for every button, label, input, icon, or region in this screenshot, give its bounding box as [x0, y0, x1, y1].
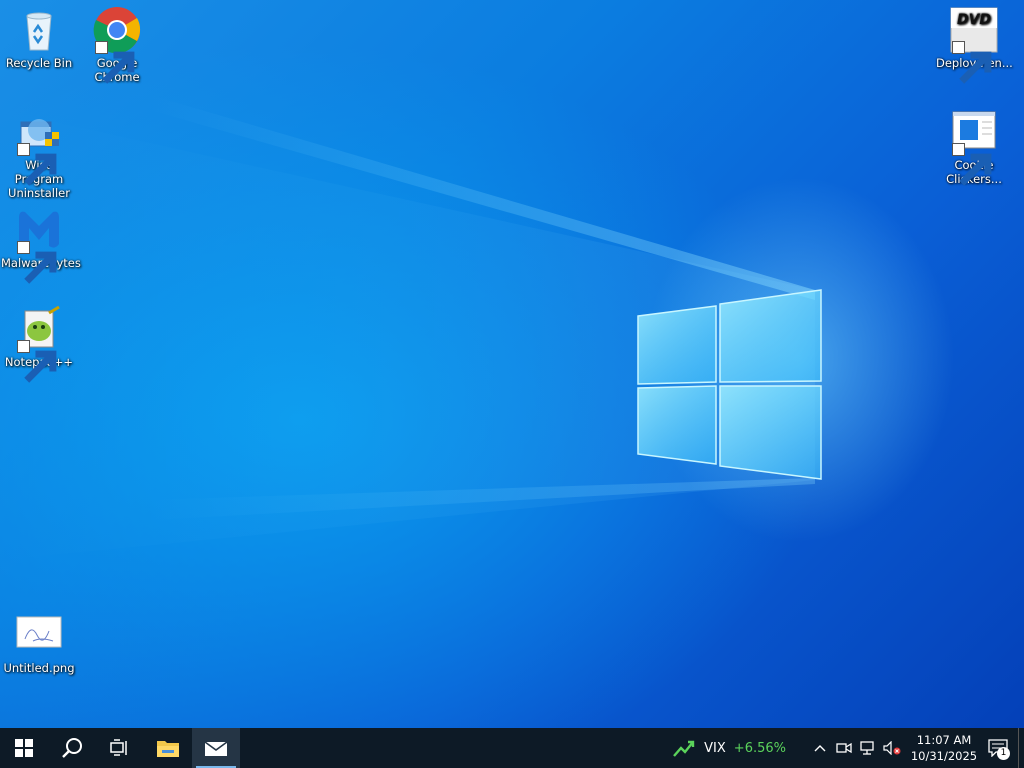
- dvd-drive-icon: DVD: [950, 6, 998, 84]
- start-button[interactable]: [0, 728, 48, 768]
- show-hidden-icons-button[interactable]: [808, 728, 832, 768]
- show-desktop-button[interactable]: [1018, 728, 1024, 768]
- task-view-icon: [110, 739, 127, 756]
- shortcut-arrow-icon: [952, 41, 992, 84]
- desktop-icon-recycle-bin[interactable]: Recycle Bin: [1, 6, 77, 70]
- clock-time: 11:07 AM: [916, 733, 972, 747]
- taskbar-clock[interactable]: 11:07 AM 10/31/2025: [908, 732, 980, 764]
- volume-muted-icon: [883, 741, 901, 755]
- shortcut-arrow-icon: [17, 241, 57, 284]
- desktop-icon-untitled-png[interactable]: Untitled.png: [1, 611, 77, 675]
- volume-button[interactable]: [880, 728, 904, 768]
- file-explorer-icon: [157, 741, 179, 757]
- chrome-icon: [93, 6, 141, 84]
- notepad-plus-plus-icon: [15, 305, 63, 383]
- wise-uninstaller-icon: [15, 108, 63, 186]
- recycle-bin-icon: [15, 6, 63, 54]
- stock-widget[interactable]: VIX +6.56%: [672, 738, 786, 758]
- search-icon: [62, 738, 82, 758]
- meet-now-button[interactable]: [832, 728, 856, 768]
- image-file-icon: [15, 611, 63, 659]
- desktop-icon-deployment[interactable]: DVD Deploymen...: [936, 6, 1013, 84]
- taskbar-file-explorer[interactable]: [144, 728, 192, 768]
- network-icon: [860, 741, 874, 755]
- stock-up-icon: [673, 740, 695, 757]
- wallpaper-light-beams: [0, 95, 815, 560]
- stock-change: +6.56%: [733, 740, 786, 756]
- action-center-button[interactable]: 1: [980, 728, 1016, 768]
- taskbar: VIX +6.56% 11:07 AM 10/31/2025 1: [0, 728, 1024, 768]
- shortcut-arrow-icon: [17, 143, 57, 186]
- svg-text:DVD: DVD: [957, 12, 991, 28]
- mail-icon: [204, 741, 228, 756]
- desktop-wallpaper: [0, 0, 1024, 728]
- system-tray: VIX +6.56% 11:07 AM 10/31/2025 1: [672, 728, 1024, 768]
- shortcut-arrow-icon: [17, 340, 57, 383]
- taskbar-mail[interactable]: [192, 728, 240, 768]
- desktop-icon-label: Recycle Bin: [5, 56, 73, 70]
- desktop-icon-cookie-clickers[interactable]: Cookie Clickers...: [936, 108, 1012, 186]
- network-button[interactable]: [856, 728, 880, 768]
- chevron-up-icon: [814, 745, 826, 752]
- desktop-icon-notepad-plus-plus[interactable]: Notepad++: [1, 305, 77, 383]
- search-button[interactable]: [48, 728, 96, 768]
- malwarebytes-icon: [15, 206, 63, 284]
- stock-ticker: VIX: [704, 740, 726, 756]
- windows-logo: [637, 289, 822, 480]
- desktop-icon-wise-program-uninstaller[interactable]: Wise Program Uninstaller: [1, 108, 77, 200]
- windows-start-icon: [15, 739, 33, 757]
- task-view-button[interactable]: [96, 728, 144, 768]
- shortcut-arrow-icon: [952, 143, 992, 186]
- clock-date: 10/31/2025: [910, 749, 978, 763]
- notification-count-badge: 1: [997, 747, 1010, 760]
- desktop-icon-label: Untitled.png: [3, 661, 75, 675]
- meet-now-icon: [836, 742, 852, 754]
- desktop-icon-malwarebytes[interactable]: Malwarebytes: [1, 206, 81, 284]
- desktop-icon-google-chrome[interactable]: Google Chrome: [79, 6, 155, 84]
- shortcut-arrow-icon: [95, 41, 135, 84]
- web-shortcut-icon: [950, 108, 998, 186]
